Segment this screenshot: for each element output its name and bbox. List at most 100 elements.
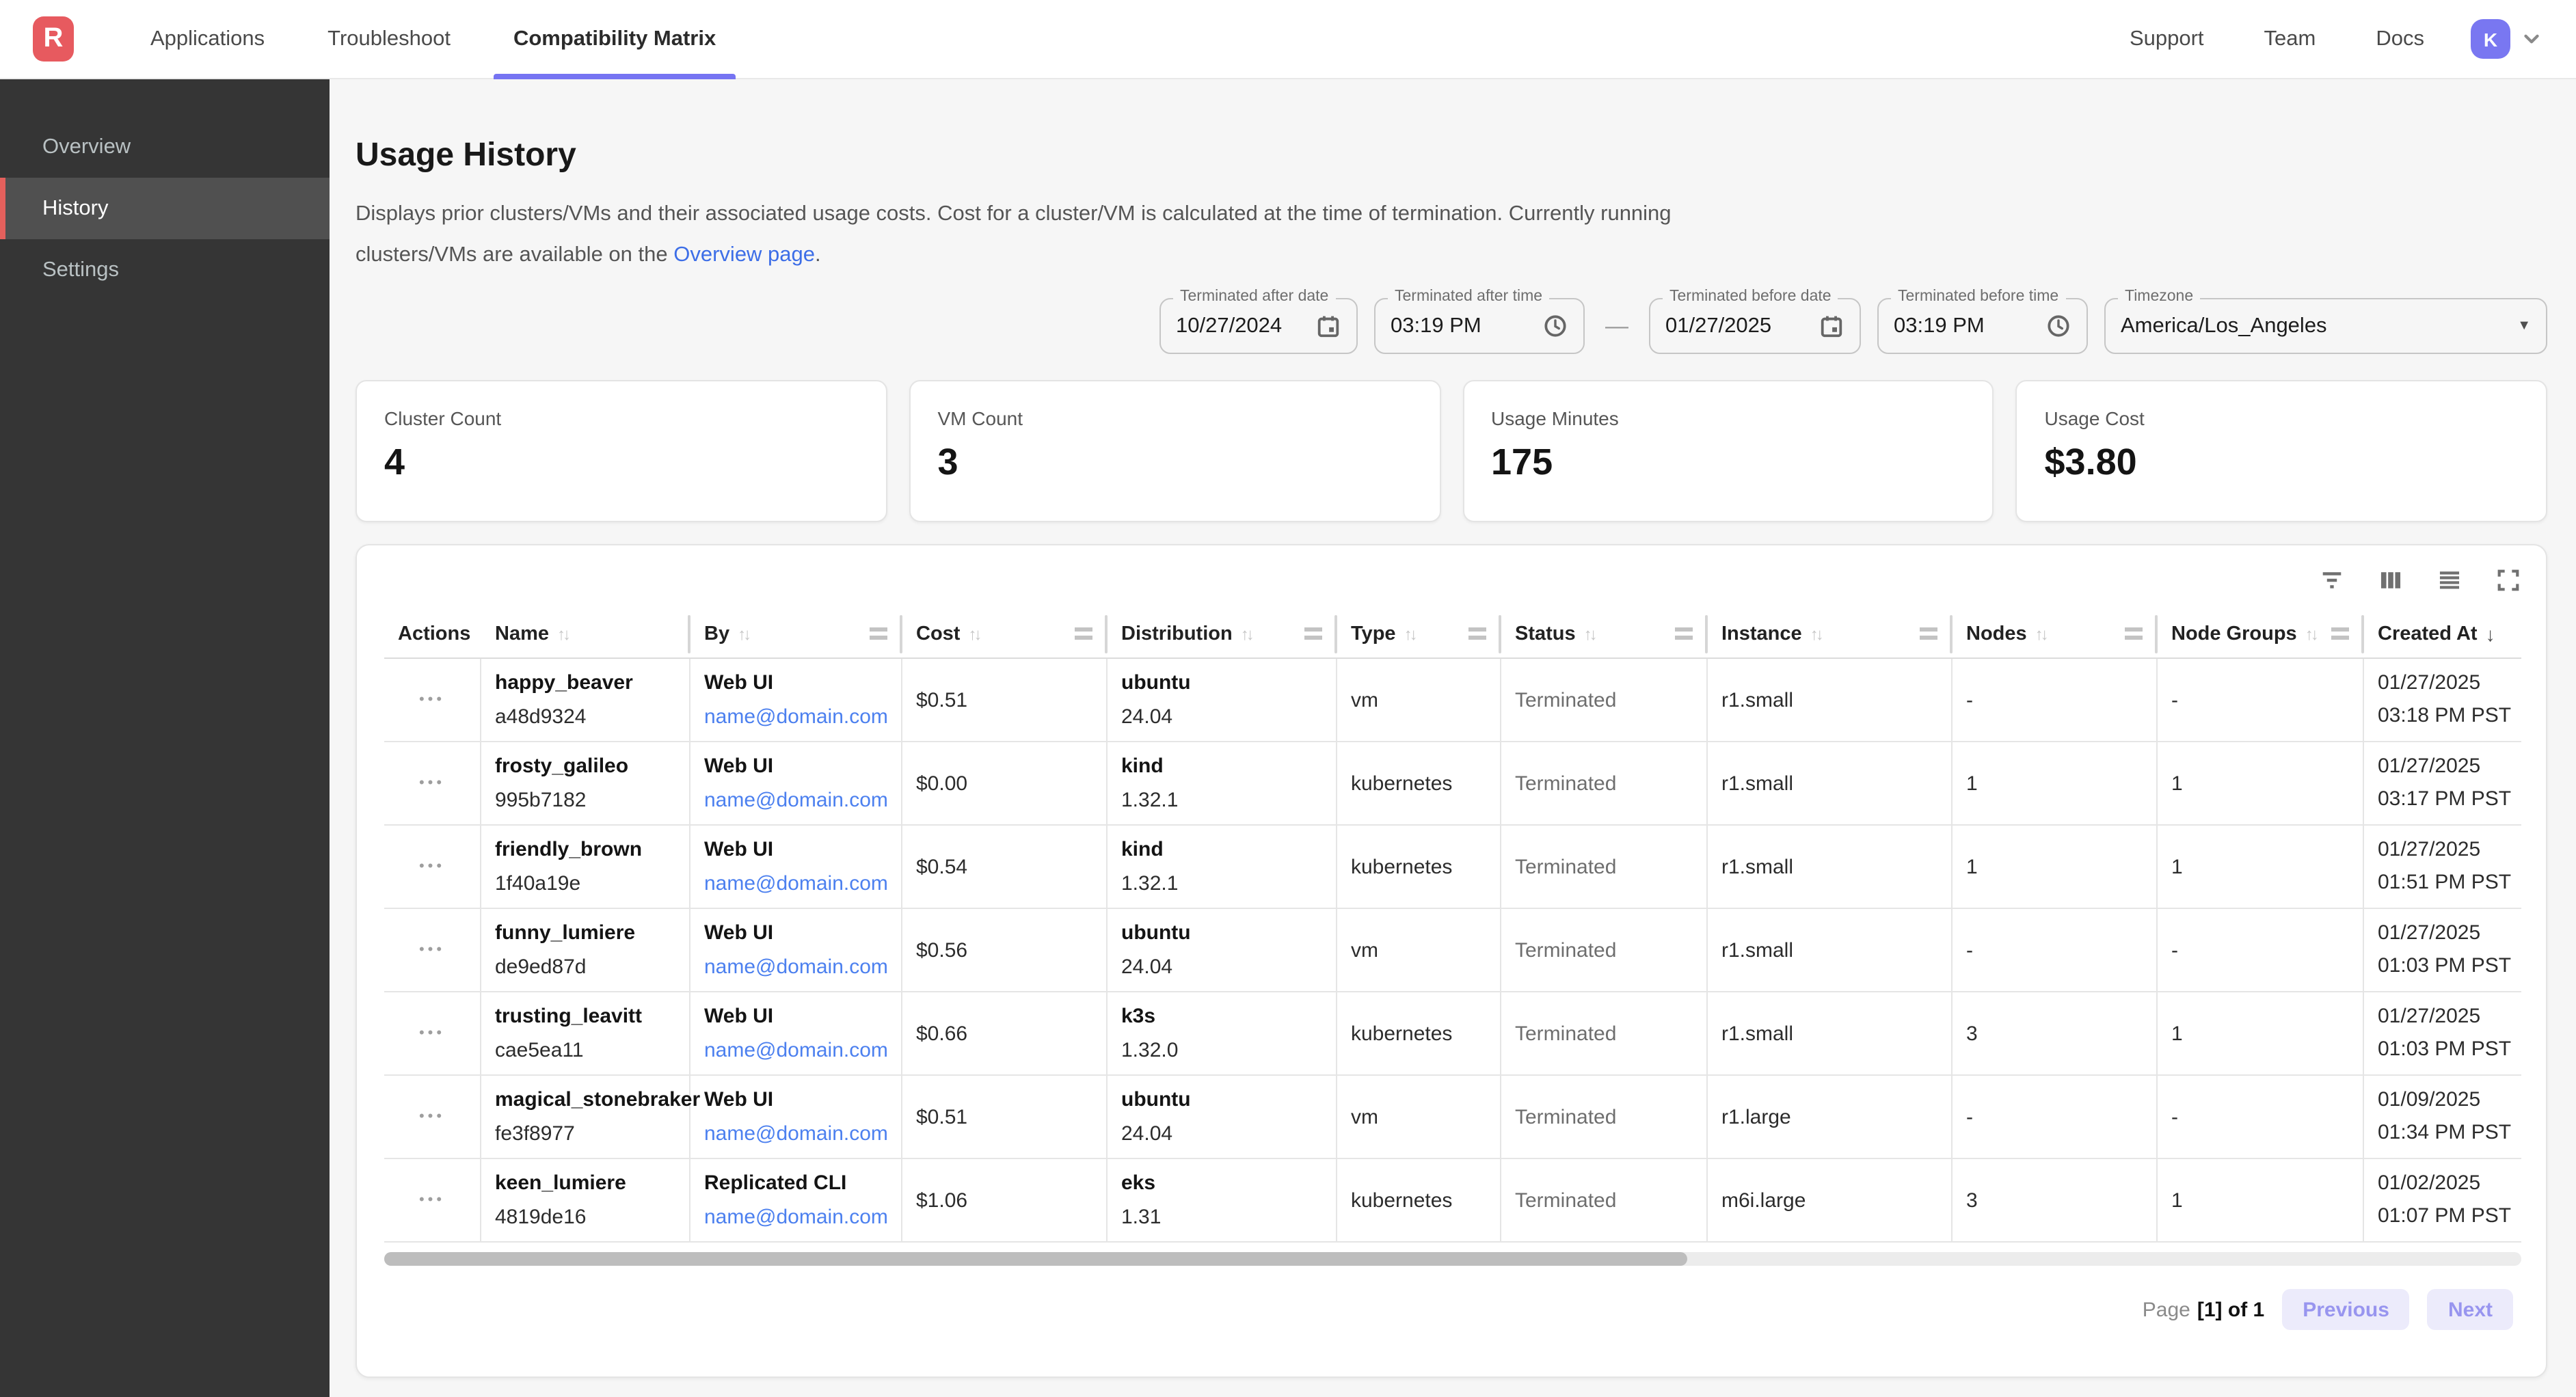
sort-icon[interactable]: ↑↓ — [968, 624, 979, 643]
nodes-value: 3 — [1966, 1022, 2143, 1045]
row-actions-button[interactable]: ••• — [419, 1192, 445, 1208]
column-resize-handle-icon[interactable] — [1075, 627, 1092, 640]
column-resize-handle-icon[interactable] — [1675, 627, 1693, 640]
creator-email-link[interactable]: name@domain.com — [704, 789, 887, 812]
sidebar-item-settings[interactable]: Settings — [0, 239, 330, 301]
creator-email-link[interactable]: name@domain.com — [704, 1206, 887, 1229]
column-header-name[interactable]: Name ↑↓ — [481, 610, 690, 658]
column-header-type[interactable]: Type ↑↓ — [1337, 610, 1501, 658]
column-header-created-at[interactable]: Created At ↓ — [2364, 610, 2521, 658]
row-actions-button[interactable]: ••• — [419, 1025, 445, 1042]
column-header-distribution[interactable]: Distribution ↑↓ — [1108, 610, 1337, 658]
column-header-by[interactable]: By ↑↓ — [690, 610, 902, 658]
cluster-name: happy_beaver — [495, 671, 675, 694]
status-badge: Terminated — [1515, 1022, 1693, 1045]
column-label: Node Groups — [2171, 623, 2297, 645]
row-actions-button[interactable]: ••• — [419, 858, 445, 875]
column-resize-handle-icon[interactable] — [2331, 627, 2349, 640]
type-value: vm — [1351, 688, 1486, 711]
tab-applications[interactable]: Applications — [131, 0, 284, 79]
horizontal-scrollbar[interactable] — [384, 1252, 2521, 1266]
next-button[interactable]: Next — [2428, 1289, 2513, 1330]
terminated-before-time-field[interactable]: Terminated before time 03:19 PM — [1877, 298, 2088, 354]
nav-link-docs[interactable]: Docs — [2376, 27, 2424, 51]
nav-link-team[interactable]: Team — [2264, 27, 2316, 51]
row-actions-button[interactable]: ••• — [419, 692, 445, 708]
stat-card-cluster-count: Cluster Count 4 — [355, 380, 887, 522]
creator-email-link[interactable]: name@domain.com — [704, 1039, 887, 1062]
terminated-before-date-field[interactable]: Terminated before date 01/27/2025 — [1649, 298, 1861, 354]
distribution-version: 24.04 — [1121, 705, 1322, 729]
created-time: 01:03 PM PST — [2378, 1033, 2521, 1066]
clock-icon[interactable] — [2045, 313, 2071, 339]
stat-label: Cluster Count — [384, 407, 859, 429]
column-header-cost[interactable]: Cost ↑↓ — [902, 610, 1108, 658]
tab-label: Compatibility Matrix — [513, 27, 716, 51]
row-actions-button[interactable]: ••• — [419, 775, 445, 791]
previous-button[interactable]: Previous — [2282, 1289, 2410, 1330]
sort-icon[interactable]: ↑↓ — [2035, 624, 2046, 643]
density-icon[interactable] — [2437, 567, 2463, 593]
creator-email-link[interactable]: name@domain.com — [704, 705, 887, 729]
created-time: 01:34 PM PST — [2378, 1117, 2521, 1150]
scrollbar-thumb[interactable] — [384, 1252, 1688, 1266]
row-actions-button[interactable]: ••• — [419, 942, 445, 958]
page-title: Usage History — [355, 137, 2547, 175]
sidebar-item-history[interactable]: History — [0, 178, 330, 239]
column-header-status[interactable]: Status ↑↓ — [1501, 610, 1708, 658]
instance-value: r1.small — [1721, 855, 1937, 878]
stat-label: Usage Minutes — [1491, 407, 1965, 429]
timezone-select[interactable]: Timezone America/Los_Angeles ▼ — [2104, 298, 2547, 354]
nav-link-support[interactable]: Support — [2130, 27, 2204, 51]
filter-icon[interactable] — [2319, 567, 2345, 593]
column-header-nodes[interactable]: Nodes ↑↓ — [1953, 610, 2158, 658]
terminated-after-date-field[interactable]: Terminated after date 10/27/2024 — [1159, 298, 1358, 354]
sort-icon[interactable]: ↑↓ — [1404, 624, 1415, 643]
stat-value: $3.80 — [2045, 442, 2519, 484]
sort-icon[interactable]: ↑↓ — [2305, 624, 2316, 643]
column-resize-handle-icon[interactable] — [2125, 627, 2143, 640]
description-suffix: . — [815, 243, 821, 267]
creator-email-link[interactable]: name@domain.com — [704, 1122, 887, 1145]
sort-icon[interactable]: ↑↓ — [1810, 624, 1821, 643]
overview-page-link[interactable]: Overview page — [673, 243, 815, 267]
description-prefix: clusters/VMs are available on the — [355, 243, 673, 267]
sort-icon[interactable]: ↑↓ — [1241, 624, 1252, 643]
columns-icon[interactable] — [2378, 567, 2404, 593]
sort-desc-icon[interactable]: ↓ — [2486, 623, 2495, 645]
calendar-icon[interactable] — [1315, 313, 1341, 339]
instance-value: r1.large — [1721, 1105, 1937, 1128]
table-row: ••• funny_lumierede9ed87d Web UIname@dom… — [384, 909, 2521, 992]
creator-email-link[interactable]: name@domain.com — [704, 955, 887, 979]
row-actions-button[interactable]: ••• — [419, 1109, 445, 1125]
pagination: Page [1] of 1 Previous Next — [357, 1266, 2546, 1330]
column-resize-handle-icon[interactable] — [1304, 627, 1322, 640]
column-header-node-groups[interactable]: Node Groups ↑↓ — [2158, 610, 2364, 658]
cluster-id: 1f40a19e — [495, 872, 675, 895]
table-row: ••• friendly_brown1f40a19e Web UIname@do… — [384, 826, 2521, 909]
sort-icon[interactable]: ↑↓ — [1584, 624, 1595, 643]
cluster-name: keen_lumiere — [495, 1171, 675, 1195]
creator-email-link[interactable]: name@domain.com — [704, 872, 887, 895]
created-date: 01/27/2025 — [2378, 1001, 2521, 1033]
clock-icon[interactable] — [1542, 313, 1568, 339]
sort-icon[interactable]: ↑↓ — [557, 624, 568, 643]
calendar-icon[interactable] — [1819, 313, 1844, 339]
column-resize-handle-icon[interactable] — [1920, 627, 1937, 640]
terminated-after-time-field[interactable]: Terminated after time 03:19 PM — [1374, 298, 1585, 354]
sort-icon[interactable]: ↑↓ — [738, 624, 749, 643]
sidebar-item-overview[interactable]: Overview — [0, 116, 330, 178]
chevron-down-icon[interactable] — [2520, 27, 2543, 51]
replicated-logo[interactable]: R — [33, 16, 74, 62]
avatar[interactable]: K — [2471, 19, 2510, 59]
tab-troubleshoot[interactable]: Troubleshoot — [308, 0, 470, 79]
column-resize-handle-icon[interactable] — [870, 627, 887, 640]
node-groups-value: - — [2171, 688, 2349, 711]
tab-compatibility-matrix[interactable]: Compatibility Matrix — [494, 0, 735, 79]
fullscreen-icon[interactable] — [2495, 567, 2521, 593]
sidebar-item-label: History — [42, 196, 108, 221]
cost-value: $1.06 — [916, 1189, 1092, 1212]
column-resize-handle-icon[interactable] — [1468, 627, 1486, 640]
column-header-instance[interactable]: Instance ↑↓ — [1708, 610, 1953, 658]
created-by: Web UI — [704, 921, 887, 945]
